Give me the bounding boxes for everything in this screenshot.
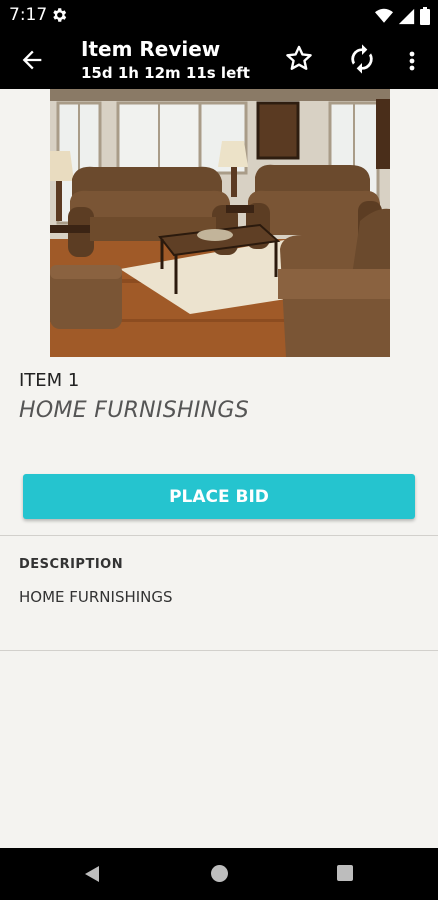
overflow-menu-button[interactable]	[404, 44, 420, 76]
status-bar: 7:17	[0, 0, 438, 32]
back-button[interactable]	[18, 46, 46, 74]
nav-recents-icon[interactable]	[337, 865, 353, 881]
divider	[0, 535, 438, 536]
signal-icon	[398, 8, 415, 24]
description-label: DESCRIPTION	[19, 557, 124, 572]
divider	[0, 650, 438, 651]
more-vert-icon	[409, 51, 415, 71]
system-nav-bar	[0, 848, 438, 900]
nav-home-icon[interactable]	[211, 865, 228, 882]
app-bar: Item Review 15d 1h 12m 11s left	[0, 32, 438, 89]
wifi-icon	[375, 8, 393, 23]
place-bid-button[interactable]: PLACE BID	[23, 474, 415, 519]
time-left-subtitle: 15d 1h 12m 11s left	[81, 64, 250, 82]
settings-gear-icon	[50, 6, 68, 29]
description-text: HOME FURNISHINGS	[19, 588, 173, 606]
status-icons	[375, 7, 430, 25]
page-title: Item Review	[81, 37, 221, 61]
arrow-back-icon	[22, 50, 42, 70]
star-outline-icon	[286, 45, 312, 70]
watch-star-button[interactable]	[283, 43, 315, 75]
refresh-button[interactable]	[346, 43, 378, 75]
item-photo[interactable]	[46, 89, 390, 357]
refresh-icon	[351, 44, 373, 74]
battery-icon	[420, 7, 430, 25]
status-time: 7:17	[9, 5, 48, 25]
item-category: HOME FURNISHINGS	[19, 398, 249, 423]
item-name: ITEM 1	[19, 370, 80, 391]
nav-back-icon[interactable]	[83, 865, 101, 883]
living-room-furniture-image	[46, 89, 390, 357]
